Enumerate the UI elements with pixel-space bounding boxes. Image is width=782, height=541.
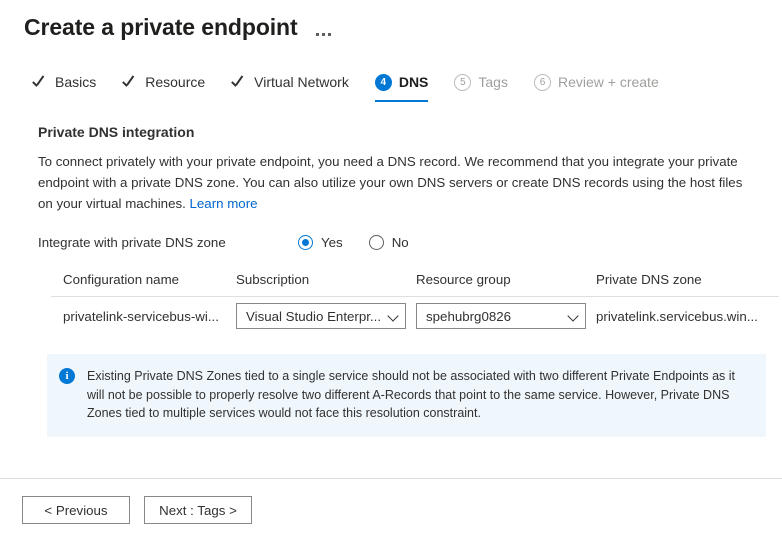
tab-review-create[interactable]: 6 Review + create [534,68,659,102]
title-bar: Create a private endpoint [0,0,782,44]
step-number-badge: 5 [454,74,471,91]
step-number-badge: 4 [375,74,392,91]
section-description: To connect privately with your private e… [38,151,758,214]
column-header-resource-group: Resource group [416,272,596,287]
radio-no-label: No [392,235,409,250]
subscription-dropdown[interactable]: Visual Studio Enterpr... [236,303,406,329]
integrate-dns-zone-row: Integrate with private DNS zone Yes No [38,235,758,250]
column-header-configuration-name: Configuration name [51,272,236,287]
tab-resource[interactable]: Resource [122,68,205,102]
tab-label: Tags [478,74,508,90]
chevron-down-icon [389,311,399,321]
table-row: privatelink-servicebus-wi... Visual Stud… [51,297,779,335]
radio-no[interactable]: No [369,235,409,250]
next-tags-button[interactable]: Next : Tags > [144,496,252,524]
previous-button[interactable]: < Previous [22,496,130,524]
column-header-subscription: Subscription [236,272,416,287]
radio-circle-icon [298,235,313,250]
radio-yes-label: Yes [321,235,343,250]
cell-subscription: Visual Studio Enterpr... [236,303,416,329]
footer-actions: < Previous Next : Tags > [0,479,782,541]
chevron-down-icon [569,311,579,321]
subscription-dropdown-value: Visual Studio Enterpr... [246,309,381,324]
tab-virtual-network[interactable]: Virtual Network [231,68,349,102]
tab-label: Review + create [558,74,659,90]
table-header-row: Configuration name Subscription Resource… [51,272,779,297]
learn-more-link[interactable]: Learn more [190,196,258,211]
info-banner: i Existing Private DNS Zones tied to a s… [47,354,766,437]
dns-step-content: Private DNS integration To connect priva… [0,124,782,437]
radio-circle-icon [369,235,384,250]
resource-group-dropdown[interactable]: spehubrg0826 [416,303,586,329]
ellipsis-dot [328,33,331,36]
step-number-badge: 6 [534,74,551,91]
tab-tags[interactable]: 5 Tags [454,68,508,102]
section-heading: Private DNS integration [38,124,758,140]
tab-label: Virtual Network [254,74,349,90]
info-banner-text: Existing Private DNS Zones tied to a sin… [87,367,752,423]
ellipsis-dot [316,33,319,36]
check-icon [122,74,138,90]
tab-dns[interactable]: 4 DNS [375,68,429,102]
cell-configuration-name: privatelink-servicebus-wi... [51,309,236,324]
active-tab-underline [375,100,429,103]
tab-label: Resource [145,74,205,90]
check-icon [231,74,247,90]
tab-basics[interactable]: Basics [32,68,96,102]
radio-yes[interactable]: Yes [298,235,343,250]
column-header-private-dns-zone: Private DNS zone [596,272,779,287]
description-text: To connect privately with your private e… [38,154,742,211]
cell-private-dns-zone: privatelink.servicebus.win... [596,309,779,324]
integrate-dns-zone-label: Integrate with private DNS zone [38,235,298,250]
resource-group-dropdown-value: spehubrg0826 [426,309,511,324]
cell-resource-group: spehubrg0826 [416,303,596,329]
check-icon [32,74,48,90]
dns-configuration-table: Configuration name Subscription Resource… [51,272,779,335]
more-options-icon[interactable] [316,14,334,40]
ellipsis-dot [322,33,325,36]
wizard-tabs: Basics Resource Virtual Network 4 DNS 5 … [0,68,782,102]
tab-label: DNS [399,74,429,90]
page-title: Create a private endpoint [24,13,298,41]
info-icon: i [59,368,75,384]
tab-label: Basics [55,74,96,90]
